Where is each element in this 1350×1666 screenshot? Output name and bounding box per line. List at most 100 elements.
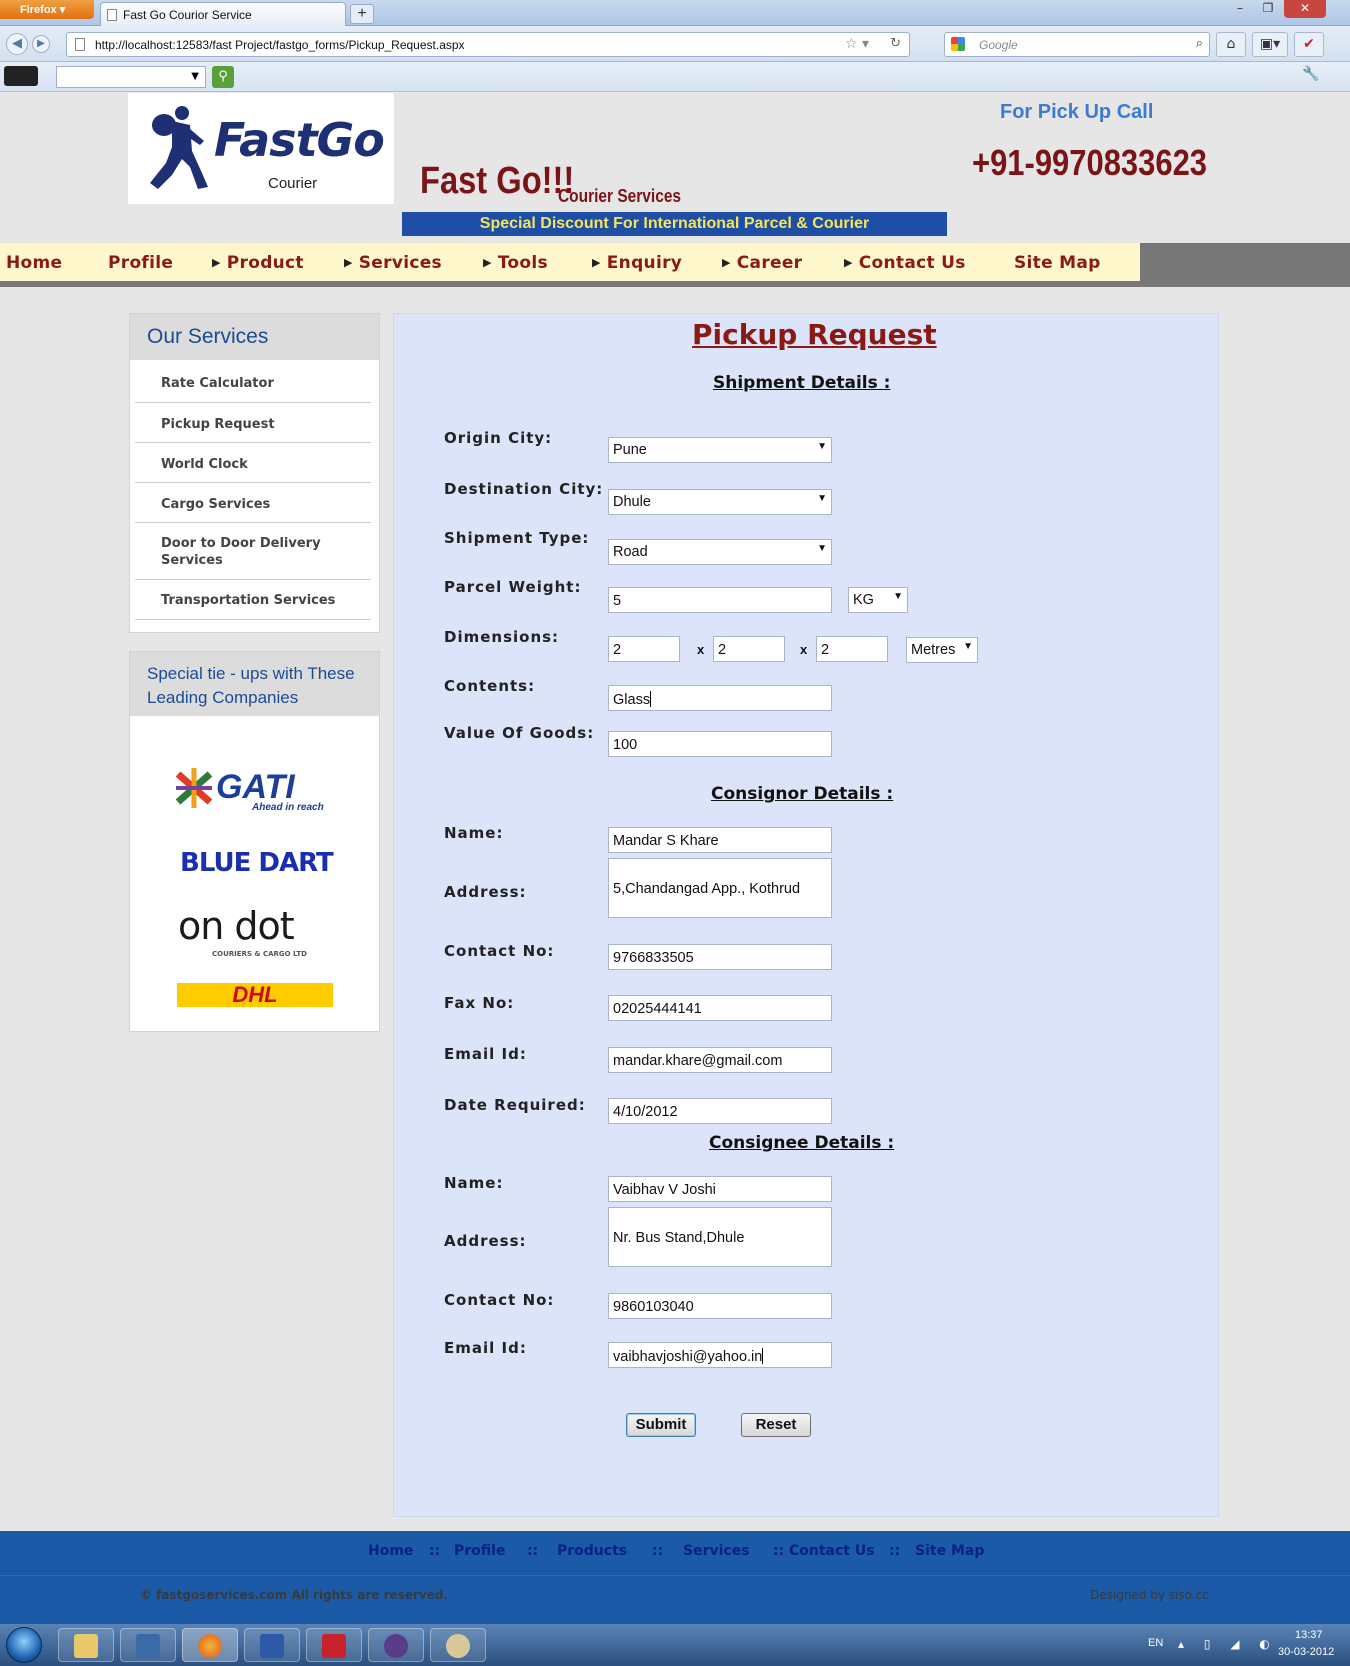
destination-city-select[interactable]: Dhule ▼ — [608, 489, 832, 515]
clock-time[interactable]: 13:37 — [1295, 1629, 1323, 1641]
consignee-name-input[interactable]: Vaibhav V Joshi — [608, 1176, 832, 1202]
consignee-address-input[interactable]: Nr. Bus Stand,Dhule — [608, 1207, 832, 1267]
browser-tab[interactable]: Fast Go Courior Service — [100, 2, 346, 26]
sidebar-item-transportation[interactable]: Transportation Services — [135, 580, 371, 620]
consignor-name-label: Name: — [444, 824, 504, 842]
toolbar-logo-icon[interactable] — [4, 66, 38, 86]
brand-title: Fast Go!!! — [420, 160, 575, 202]
search-box[interactable]: Google ⌕ — [944, 32, 1210, 57]
wrench-icon[interactable]: 🔧 — [1302, 66, 1319, 82]
bluedart-logo[interactable]: BLUE DART — [180, 848, 334, 878]
reload-icon[interactable]: ↻ — [890, 36, 901, 51]
gati-logo[interactable]: GATI Ahead in reach — [164, 762, 334, 820]
footer-link-profile[interactable]: Profile — [454, 1543, 505, 1559]
shipment-type-select[interactable]: Road ▼ — [608, 539, 832, 565]
copyright-text: © fastgoservices.com All rights are rese… — [140, 1588, 448, 1602]
home-icon[interactable]: ⌂ — [1216, 32, 1246, 57]
main-menu: Home Profile ▶ Product ▶ Services ▶ Tools ▶… — [0, 243, 1140, 281]
contents-input[interactable]: Glass — [608, 685, 832, 711]
taskbar-explorer[interactable] — [58, 1628, 114, 1662]
menu-item-services[interactable]: ▶ Services — [344, 253, 442, 273]
consignor-contact-input[interactable]: 9766833505 — [608, 944, 832, 970]
addon-icon[interactable]: ✔ — [1294, 32, 1324, 57]
consignor-email-input[interactable]: mandar.khare@gmail.com — [608, 1047, 832, 1073]
parcel-weight-input[interactable]: 5 — [608, 587, 832, 613]
weight-unit-select[interactable]: KG ▼ — [848, 587, 908, 613]
consignor-details-heading: Consignor Details : — [711, 784, 894, 804]
menu-item-career[interactable]: ▶ Career — [722, 253, 802, 273]
consignor-address-label: Address: — [444, 883, 527, 901]
forward-icon[interactable]: ▶ — [32, 35, 50, 53]
ondot-logo[interactable]: on dot COURIERS & CARGO LTD — [178, 904, 338, 962]
menu-item-profile[interactable]: Profile — [108, 253, 173, 273]
taskbar-firefox[interactable] — [182, 1628, 238, 1662]
taskbar-paint[interactable] — [430, 1628, 486, 1662]
search-icon[interactable]: ⌕ — [1196, 36, 1203, 51]
discount-banner: Special Discount For International Parce… — [402, 212, 947, 236]
consignor-fax-input[interactable]: 02025444141 — [608, 995, 832, 1021]
taskbar-word[interactable] — [244, 1628, 300, 1662]
fastgo-logo[interactable]: FastGo Courier — [128, 93, 394, 204]
consignor-name-input[interactable]: Mandar S Khare — [608, 827, 832, 853]
downloads-icon[interactable]: ▣▾ — [1252, 32, 1288, 57]
consignee-name-label: Name: — [444, 1174, 504, 1192]
sidebar-item-cargo-services[interactable]: Cargo Services — [135, 483, 371, 523]
address-bar[interactable]: http://localhost:12583/fast Project/fast… — [66, 32, 910, 57]
consignee-contact-input[interactable]: 9860103040 — [608, 1293, 832, 1319]
submit-button[interactable]: Submit — [626, 1413, 696, 1437]
footer-link-home[interactable]: Home — [368, 1543, 413, 1559]
new-tab-button[interactable]: + — [350, 4, 374, 24]
back-icon[interactable]: ◀ — [6, 33, 28, 55]
footer-link-site-map[interactable]: Site Map — [915, 1543, 984, 1559]
bookmark-star-icon[interactable]: ☆ ▾ — [845, 36, 869, 52]
minimize-icon[interactable]: – — [1228, 0, 1252, 18]
footer-link-contact-us[interactable]: Contact Us — [789, 1543, 875, 1559]
menu-item-product[interactable]: ▶ Product — [212, 253, 304, 273]
reset-button[interactable]: Reset — [741, 1413, 811, 1437]
chevron-down-icon: ▼ — [817, 441, 827, 452]
footer-link-products[interactable]: Products — [557, 1543, 627, 1559]
toolbar-dropdown[interactable]: ▼ — [56, 66, 206, 88]
menu-item-home[interactable]: Home — [6, 253, 62, 273]
consignor-contact-label: Contact No: — [444, 942, 555, 960]
toolbar-search-icon[interactable]: ⚲ — [212, 66, 234, 88]
menu-item-site-map[interactable]: Site Map — [1014, 253, 1101, 273]
system-tray-icons[interactable]: ▴ ▯ ◢ ◐ — [1178, 1637, 1278, 1651]
start-button-icon[interactable] — [6, 1627, 42, 1663]
menu-item-enquiry[interactable]: ▶ Enquiry — [592, 253, 682, 273]
footer-link-services[interactable]: Services — [683, 1543, 750, 1559]
origin-city-value: Pune — [613, 442, 647, 458]
logo-subtitle: Courier — [268, 175, 318, 192]
restore-icon[interactable]: ❐ — [1256, 0, 1280, 18]
sidebar-item-rate-calculator[interactable]: Rate Calculator — [135, 362, 371, 403]
dimension-height-input[interactable]: 2 — [816, 636, 888, 662]
sidebar-item-world-clock[interactable]: World Clock — [135, 443, 371, 483]
close-window-icon[interactable]: ✕ — [1284, 0, 1326, 18]
chevron-down-icon: ▼ — [893, 591, 903, 602]
dimension-separator: x — [800, 642, 808, 657]
menu-item-tools[interactable]: ▶ Tools — [483, 253, 548, 273]
submenu-arrow-icon: ▶ — [212, 256, 221, 269]
dhl-logo[interactable]: DHL — [177, 983, 333, 1007]
dimension-length-input[interactable]: 2 — [608, 636, 680, 662]
dimension-width-input[interactable]: 2 — [713, 636, 785, 662]
clock-date[interactable]: 30-03-2012 — [1278, 1646, 1334, 1658]
firefox-menu-button[interactable]: Firefox ▾ — [0, 0, 94, 19]
menu-item-contact-us[interactable]: ▶ Contact Us — [844, 253, 966, 273]
consignee-email-input[interactable]: vaibhavjoshi@yahoo.in — [608, 1342, 832, 1368]
designed-by-text[interactable]: Designed by siso.cc — [1090, 1588, 1209, 1602]
language-indicator[interactable]: EN — [1148, 1637, 1163, 1649]
sidebar-item-door-to-door[interactable]: Door to Door Delivery Services — [135, 523, 371, 580]
destination-city-label: Destination City: — [444, 480, 604, 498]
value-of-goods-input[interactable]: 100 — [608, 731, 832, 757]
consignor-address-input[interactable]: 5,Chandangad App., Kothrud — [608, 858, 832, 918]
sidebar-item-pickup-request[interactable]: Pickup Request — [135, 403, 371, 443]
date-required-input[interactable]: 4/10/2012 — [608, 1098, 832, 1124]
dimension-unit-select[interactable]: Metres ▼ — [906, 637, 978, 663]
taskbar-visual-studio[interactable] — [368, 1628, 424, 1662]
submenu-arrow-icon: ▶ — [722, 256, 731, 269]
contents-value: Glass — [613, 692, 651, 708]
taskbar-acrobat[interactable] — [306, 1628, 362, 1662]
taskbar-media[interactable] — [120, 1628, 176, 1662]
origin-city-select[interactable]: Pune ▼ — [608, 437, 832, 463]
